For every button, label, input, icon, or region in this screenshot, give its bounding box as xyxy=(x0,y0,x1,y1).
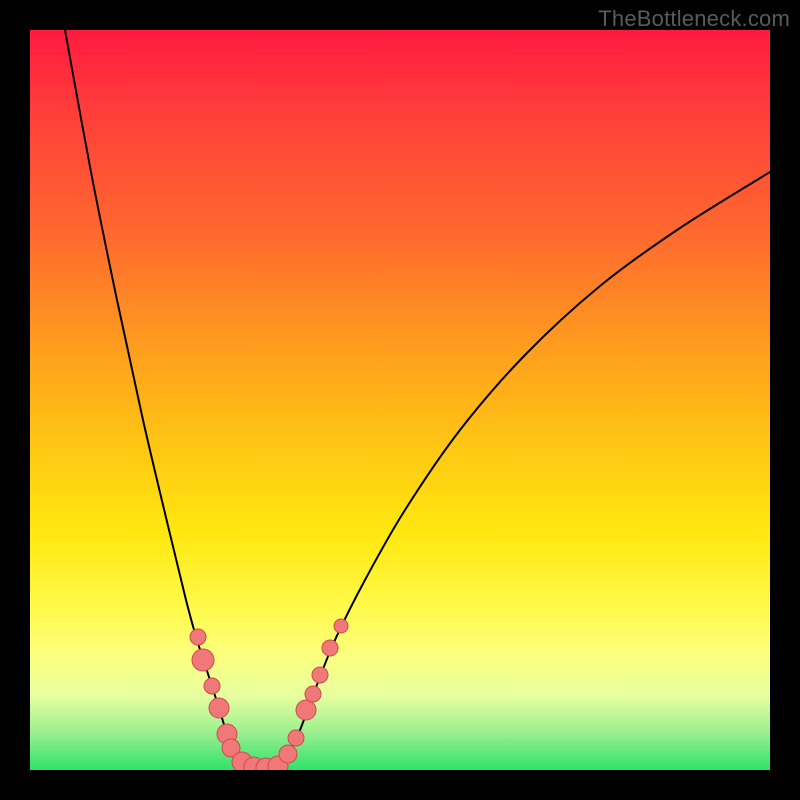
data-point xyxy=(322,640,338,656)
bottleneck-curve xyxy=(65,30,770,770)
data-point xyxy=(190,629,206,645)
data-point xyxy=(334,619,348,633)
chart-svg xyxy=(30,30,770,770)
data-point xyxy=(305,686,321,702)
data-point xyxy=(209,698,229,718)
data-point xyxy=(312,667,328,683)
data-point xyxy=(296,700,316,720)
chart-frame: TheBottleneck.com xyxy=(0,0,800,800)
data-point xyxy=(288,730,304,746)
curve-path xyxy=(65,30,770,770)
watermark-text: TheBottleneck.com xyxy=(598,6,790,32)
data-point xyxy=(192,649,214,671)
data-point xyxy=(279,745,297,763)
chart-plot-area xyxy=(30,30,770,770)
data-point xyxy=(204,678,220,694)
